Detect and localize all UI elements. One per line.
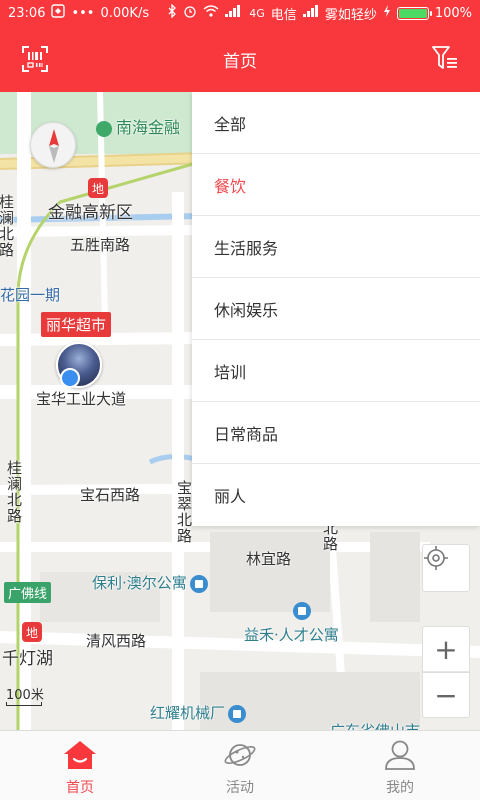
bluetooth-icon bbox=[167, 3, 177, 22]
signal-icon-2 bbox=[302, 5, 319, 21]
building-icon bbox=[189, 574, 208, 593]
signal-icon bbox=[225, 5, 243, 21]
nav-label-home: 首页 bbox=[66, 780, 94, 796]
app-header: 首页 bbox=[0, 26, 480, 92]
map-label-nanhai-finance: 南海金融 bbox=[96, 114, 180, 138]
alarm-icon bbox=[183, 4, 197, 22]
category-item-beauty[interactable]: 丽人 bbox=[192, 464, 480, 526]
subway-station-icon-2: 地 bbox=[22, 622, 42, 642]
map-label-guangdong: 广东省佛山市 bbox=[330, 720, 420, 730]
network-speed: 0.00K/s bbox=[100, 5, 150, 21]
nav-item-home[interactable]: 首页 bbox=[0, 731, 160, 800]
charging-icon bbox=[383, 5, 391, 21]
map-scale-bar bbox=[6, 702, 42, 706]
category-item-daily-goods[interactable]: 日常商品 bbox=[192, 402, 480, 464]
subway-station-icon: 地 bbox=[88, 178, 108, 198]
crosshair-icon bbox=[424, 546, 448, 570]
home-icon bbox=[64, 741, 96, 769]
zoom-out-button[interactable]: − bbox=[422, 672, 470, 718]
map-label-yihe-apartment: 益禾·人才公寓 bbox=[244, 626, 339, 644]
map-label-linyi-road: 林宜路 bbox=[246, 550, 292, 568]
nav-item-activity[interactable]: 活动 bbox=[160, 731, 320, 800]
category-item-training[interactable]: 培训 bbox=[192, 340, 480, 402]
page-title: 首页 bbox=[223, 51, 257, 72]
map-label-poly-apartment: 保利·澳尔公寓 bbox=[92, 572, 208, 593]
compass-icon[interactable] bbox=[30, 122, 76, 168]
zoom-in-button[interactable]: + bbox=[422, 626, 470, 672]
category-item-food[interactable]: 餐饮 bbox=[192, 154, 480, 216]
map-label-guilan-north-1: 桂澜北路 bbox=[0, 194, 15, 258]
map-label-guilan-north-2: 桂澜北路 bbox=[5, 460, 23, 524]
building-icon-2 bbox=[293, 602, 311, 620]
nav-item-mine[interactable]: 我的 bbox=[320, 731, 480, 800]
category-item-leisure[interactable]: 休闲娱乐 bbox=[192, 278, 480, 340]
category-item-life-service[interactable]: 生活服务 bbox=[192, 216, 480, 278]
category-item-all[interactable]: 全部 bbox=[192, 92, 480, 154]
shield-icon bbox=[51, 4, 66, 22]
network-type: 4G bbox=[249, 6, 265, 20]
current-location-dot bbox=[60, 368, 80, 388]
battery-icon bbox=[396, 6, 432, 20]
bottom-nav: 首页 活动 我的 bbox=[0, 730, 480, 800]
planet-icon bbox=[224, 744, 256, 766]
locate-button[interactable] bbox=[422, 544, 470, 592]
map-label-garden-phase1: 花园一期 bbox=[0, 286, 61, 304]
map-label-qiandeng-lake: 千灯湖 bbox=[2, 649, 53, 669]
park-icon bbox=[96, 120, 112, 137]
filter-list-icon[interactable] bbox=[432, 45, 458, 71]
shop-pin[interactable]: 丽华超市 bbox=[41, 312, 112, 337]
map-label-baoshi-west: 宝石西路 bbox=[80, 486, 141, 504]
map-scale-label: 100米 bbox=[6, 688, 44, 703]
wifi-icon bbox=[203, 5, 219, 21]
status-time: 23:06 bbox=[8, 5, 46, 21]
map-label-wusheng-road: 五胜南路 bbox=[70, 236, 131, 254]
nav-label-mine: 我的 bbox=[386, 780, 414, 796]
battery-text: 100% bbox=[434, 5, 472, 21]
nav-label-activity: 活动 bbox=[226, 780, 254, 796]
map-label-qingfeng-west: 清风西路 bbox=[86, 632, 147, 650]
category-dropdown: 全部 餐饮 生活服务 休闲娱乐 培训 日常商品 丽人 bbox=[192, 92, 480, 526]
map-label-baocui-north: 宝翠北路 bbox=[175, 480, 193, 544]
status-bar: 23:06 ••• 0.00K/s 4G 电信 雾如轻纱 100% bbox=[0, 0, 480, 26]
factory-icon bbox=[228, 704, 247, 723]
map-label-baohua-avenue: 宝华工业大道 bbox=[36, 390, 127, 408]
more-dots-icon: ••• bbox=[71, 5, 95, 21]
barcode-scan-icon[interactable] bbox=[22, 46, 48, 72]
user-icon bbox=[385, 740, 415, 770]
map-label-hongyao-factory: 红耀机械厂 bbox=[150, 702, 247, 723]
carrier-name: 电信 bbox=[270, 7, 297, 23]
map-label-finance-hightech: 金融高新区 bbox=[48, 203, 133, 223]
weather-text: 雾如轻纱 bbox=[324, 7, 377, 23]
guangfo-line-badge: 广佛线 bbox=[4, 582, 52, 603]
